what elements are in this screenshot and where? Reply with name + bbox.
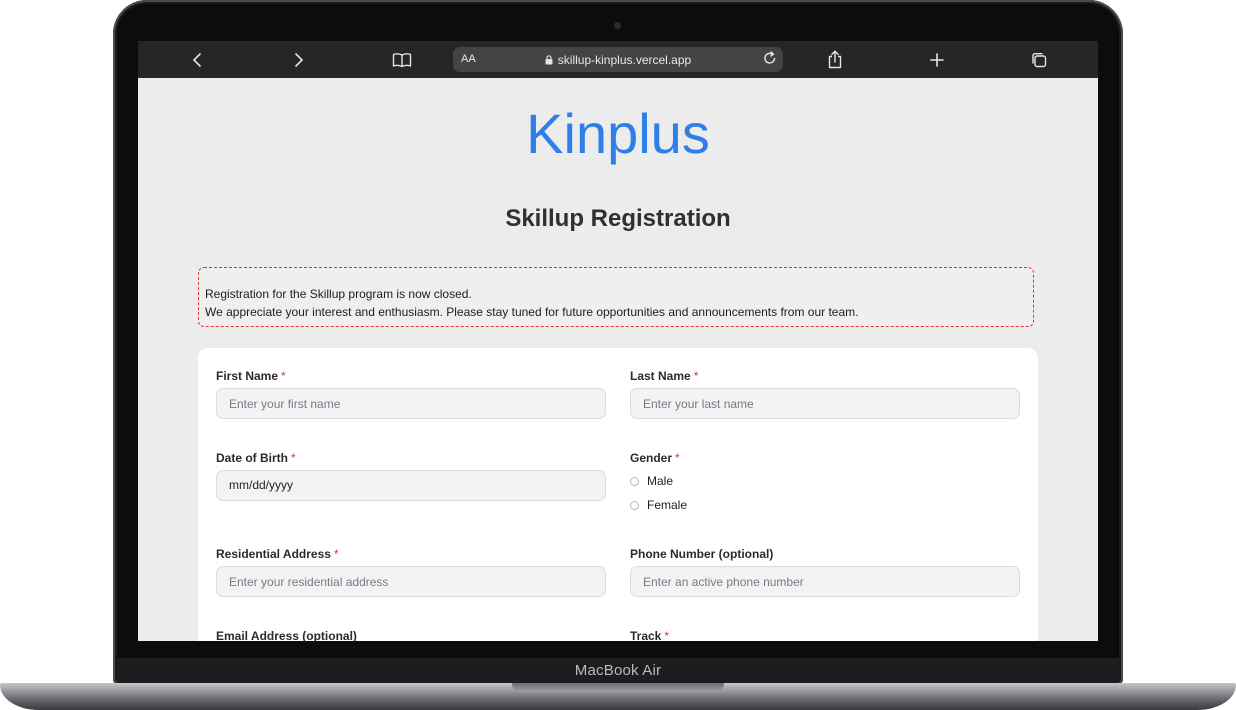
camera: [614, 22, 621, 29]
first-name-label: First Name *: [216, 369, 286, 383]
first-name-input[interactable]: [216, 388, 606, 419]
chevron-left-icon: [192, 52, 201, 67]
tabs-icon: [1032, 52, 1047, 67]
back-button[interactable]: [182, 41, 212, 78]
phone-label: Phone Number (optional): [630, 547, 774, 561]
required-marker: *: [291, 451, 296, 465]
reload-icon: [764, 51, 776, 64]
svg-text:Kinplus: Kinplus: [526, 103, 710, 165]
url-text: skillup-kinplus.vercel.app: [557, 53, 692, 67]
share-icon: [828, 50, 842, 69]
required-marker: *: [675, 451, 680, 465]
last-name-input[interactable]: [630, 388, 1020, 419]
notice-line-1: Registration for the Skillup program is …: [205, 287, 472, 301]
notice-line-2: We appreciate your interest and enthusia…: [205, 305, 859, 319]
address-bar[interactable]: AA skillup-kinplus.vercel.app: [453, 47, 783, 72]
brand-logo: Kinplus: [138, 102, 1098, 170]
required-marker: *: [693, 369, 699, 383]
share-button[interactable]: [820, 41, 850, 78]
bookmarks-button[interactable]: [387, 41, 417, 78]
registration-form: First Name* Last Name* Date of Birth* mm…: [198, 348, 1038, 641]
radio-button[interactable]: [630, 500, 639, 510]
chevron-right-icon: [295, 52, 304, 67]
plus-icon: [930, 52, 944, 67]
last-name-label: Last Name *: [630, 369, 699, 383]
tab-overview-button[interactable]: [1024, 41, 1054, 78]
forward-button[interactable]: [284, 41, 314, 78]
book-icon: [392, 52, 412, 67]
dob-label: Date of Birth *: [216, 451, 296, 465]
dob-input[interactable]: mm/dd/yyyy: [216, 470, 606, 501]
email-label: Email Address (optional): [216, 629, 357, 641]
laptop-notch: [512, 683, 724, 692]
browser-toolbar: AA skillup-kinplus.vercel.app: [138, 41, 1098, 78]
new-tab-button[interactable]: [922, 41, 952, 78]
required-marker: *: [664, 629, 670, 641]
device-label: MacBook Air: [574, 662, 662, 679]
screen: AA skillup-kinplus.vercel.app Kinplus Sk…: [138, 41, 1098, 641]
address-input[interactable]: [216, 566, 606, 597]
registration-closed-notice: Registration for the Skillup program is …: [198, 267, 1034, 327]
laptop-chin: MacBook Air: [117, 658, 1119, 684]
phone-input[interactable]: [630, 566, 1020, 597]
gender-option-male[interactable]: Male: [630, 474, 673, 488]
radio-button[interactable]: [630, 476, 639, 486]
reload-button[interactable]: [763, 50, 777, 71]
track-label: Track *: [630, 629, 670, 641]
required-marker: *: [281, 369, 286, 383]
page-title: Skillup Registration: [505, 205, 731, 232]
lock-icon: [545, 55, 553, 65]
kinplus-logo: Kinplus: [526, 102, 710, 165]
address-label: Residential Address *: [216, 547, 339, 561]
required-marker: *: [333, 547, 339, 561]
gender-label: Gender *: [630, 451, 680, 465]
gender-option-female[interactable]: Female: [630, 498, 687, 512]
